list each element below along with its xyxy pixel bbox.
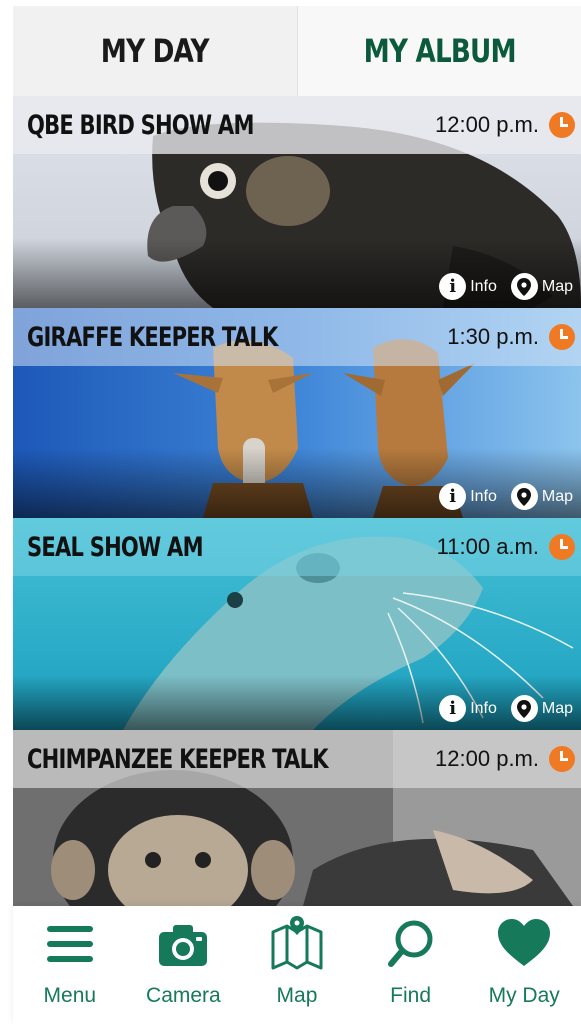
info-label: Info	[470, 699, 497, 717]
camera-icon	[159, 925, 208, 966]
menu-icon	[46, 926, 93, 962]
event-title: SEAL SHOW AM	[27, 531, 204, 563]
nav-camera-button[interactable]: Camera	[131, 906, 236, 1024]
map-button[interactable]: Map	[510, 483, 573, 510]
clock-icon	[549, 534, 575, 560]
nav-find-button[interactable]: Find	[358, 906, 463, 1024]
clock-icon	[549, 746, 575, 772]
map-pin-icon	[510, 483, 538, 510]
clock-icon	[549, 112, 575, 138]
nav-my-day-label: My Day	[488, 984, 560, 1007]
map-label: Map	[541, 699, 573, 717]
info-label: Info	[470, 277, 497, 295]
info-button[interactable]: i Info	[439, 483, 497, 510]
info-icon: i	[439, 273, 467, 300]
event-card-seal-show[interactable]: SEAL SHOW AM 11:00 a.m. i Info Map	[13, 518, 581, 730]
nav-menu-button[interactable]: Menu	[17, 906, 122, 1024]
nav-find-label: Find	[390, 984, 431, 1007]
nav-menu-label: Menu	[43, 984, 97, 1007]
event-card-giraffe-talk[interactable]: GIRAFFE KEEPER TALK 1:30 p.m. i Info Map	[13, 308, 581, 518]
heart-icon	[498, 919, 551, 966]
search-icon	[387, 920, 433, 967]
tab-my-album[interactable]: MY ALBUM	[297, 6, 581, 96]
info-icon: i	[439, 695, 467, 722]
map-label: Map	[541, 277, 573, 295]
nav-my-day-button[interactable]: My Day	[472, 906, 577, 1024]
event-title: QBE BIRD SHOW AM	[27, 109, 254, 141]
info-button[interactable]: i Info	[439, 273, 497, 300]
tab-my-day[interactable]: MY DAY	[13, 6, 298, 96]
bottom-navigation: Menu Camera Map Find My Day	[13, 906, 581, 1024]
nav-map-button[interactable]: Map	[244, 906, 349, 1024]
clock-icon	[549, 324, 575, 350]
info-button[interactable]: i Info	[439, 695, 497, 722]
map-button[interactable]: Map	[510, 273, 573, 300]
nav-camera-label: Camera	[146, 984, 221, 1007]
top-tab-bar: MY DAY MY ALBUM	[13, 6, 581, 96]
map-pin-icon	[510, 273, 538, 300]
event-title: GIRAFFE KEEPER TALK	[27, 321, 278, 353]
event-card-chimpanzee-talk[interactable]: CHIMPANZEE KEEPER TALK 12:00 p.m.	[13, 730, 581, 906]
event-card-bird-show[interactable]: QBE BIRD SHOW AM 12:00 p.m. i Info Map	[13, 96, 581, 308]
nav-map-label: Map	[276, 984, 318, 1007]
map-pin-icon	[510, 695, 538, 722]
tab-my-album-label: MY ALBUM	[363, 32, 516, 70]
event-header: GIRAFFE KEEPER TALK 1:30 p.m.	[13, 308, 581, 366]
event-time: 12:00 p.m.	[435, 112, 539, 137]
info-icon: i	[439, 483, 467, 510]
event-time: 11:00 a.m.	[436, 534, 539, 559]
info-label: Info	[470, 487, 497, 505]
event-header: CHIMPANZEE KEEPER TALK 12:00 p.m.	[13, 730, 581, 788]
event-header: QBE BIRD SHOW AM 12:00 p.m.	[13, 96, 581, 154]
event-time: 1:30 p.m.	[447, 324, 539, 349]
map-icon	[271, 916, 323, 970]
event-time: 12:00 p.m.	[435, 746, 539, 771]
event-header: SEAL SHOW AM 11:00 a.m.	[13, 518, 581, 576]
tab-my-day-label: MY DAY	[100, 32, 210, 70]
map-label: Map	[541, 487, 573, 505]
map-button[interactable]: Map	[510, 695, 573, 722]
event-title: CHIMPANZEE KEEPER TALK	[27, 743, 329, 775]
